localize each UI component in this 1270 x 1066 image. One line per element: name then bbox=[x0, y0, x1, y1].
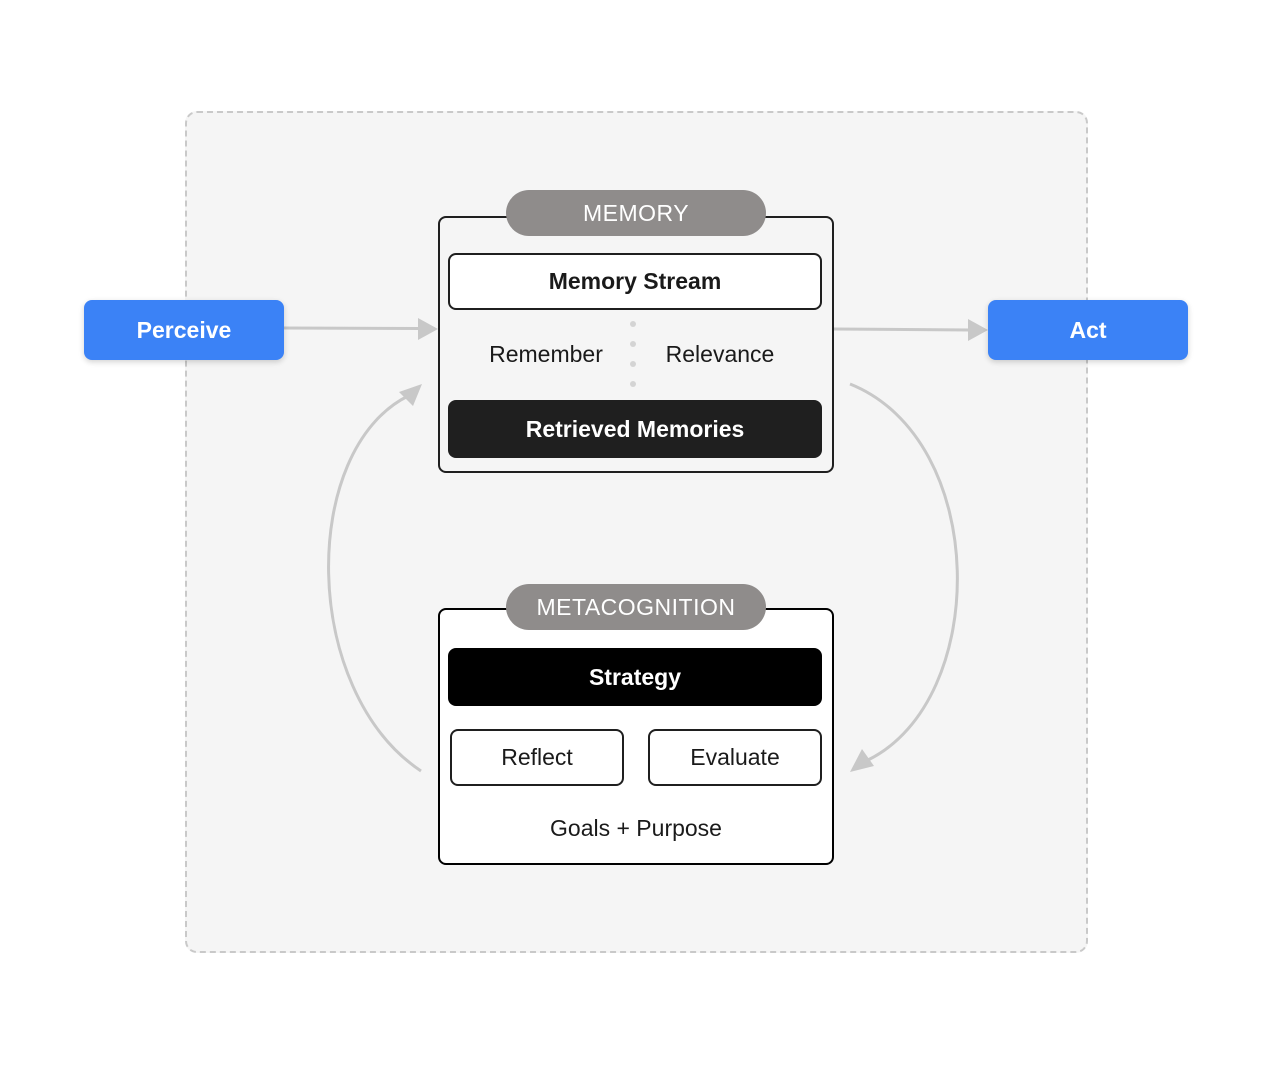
retrieved-memories-label: Retrieved Memories bbox=[525, 415, 745, 442]
act-label: Act bbox=[1069, 316, 1107, 343]
divider-dot bbox=[630, 321, 636, 327]
reflect-label: Reflect bbox=[501, 744, 573, 770]
metacognition-header-pill: METACOGNITION bbox=[506, 584, 766, 630]
metacognition-header: METACOGNITION bbox=[536, 593, 736, 620]
retrieved-memories-box[interactable]: Retrieved Memories bbox=[448, 400, 822, 458]
strategy-label: Strategy bbox=[588, 663, 682, 690]
reflect-box[interactable]: Reflect bbox=[450, 729, 624, 786]
goals-purpose-label: Goals + Purpose bbox=[550, 814, 722, 841]
memory-stream-label: Memory Stream bbox=[548, 268, 722, 294]
strategy-box[interactable]: Strategy bbox=[448, 648, 822, 706]
memory-header-pill: MEMORY bbox=[506, 190, 766, 236]
memory-header: MEMORY bbox=[582, 199, 690, 226]
divider-dot bbox=[630, 341, 636, 347]
evaluate-label: Evaluate bbox=[690, 744, 780, 770]
divider-dot bbox=[630, 361, 636, 367]
remember-label: Remember bbox=[489, 340, 603, 367]
evaluate-box[interactable]: Evaluate bbox=[648, 729, 822, 786]
perceive-label: Perceive bbox=[136, 316, 232, 343]
divider-dot bbox=[630, 381, 636, 387]
relevance-label: Relevance bbox=[665, 340, 775, 367]
memory-stream-box[interactable]: Memory Stream bbox=[448, 253, 822, 310]
act-button[interactable]: Act bbox=[988, 300, 1188, 360]
perceive-button[interactable]: Perceive bbox=[84, 300, 284, 360]
